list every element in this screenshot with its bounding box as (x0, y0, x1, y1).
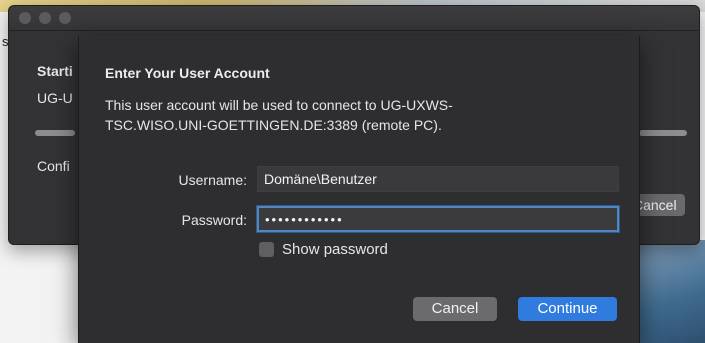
show-password-label: Show password (282, 241, 388, 258)
close-window-icon[interactable] (19, 12, 31, 24)
username-input[interactable] (257, 166, 619, 192)
continue-button[interactable]: Continue (518, 297, 617, 321)
background-status: Confi (37, 158, 70, 174)
show-password-checkbox[interactable] (259, 242, 274, 257)
background-title: Starti (37, 63, 73, 79)
password-label: Password: (181, 212, 247, 228)
dialog-description: This user account will be used to connec… (105, 97, 453, 133)
background-host: UG-U (37, 90, 73, 106)
window-titlebar (9, 6, 699, 31)
cancel-button[interactable]: Cancel (413, 297, 497, 321)
dialog-title: Enter Your User Account (105, 65, 270, 81)
progress-bar-end (639, 130, 687, 136)
minimize-window-icon[interactable] (39, 12, 51, 24)
show-password-option[interactable]: Show password (259, 241, 388, 258)
password-input[interactable] (257, 206, 619, 232)
zoom-window-icon[interactable] (59, 12, 71, 24)
progress-bar (35, 130, 75, 136)
username-label: Username: (178, 172, 247, 188)
account-dialog: Enter Your User Account This user accoun… (78, 36, 640, 343)
